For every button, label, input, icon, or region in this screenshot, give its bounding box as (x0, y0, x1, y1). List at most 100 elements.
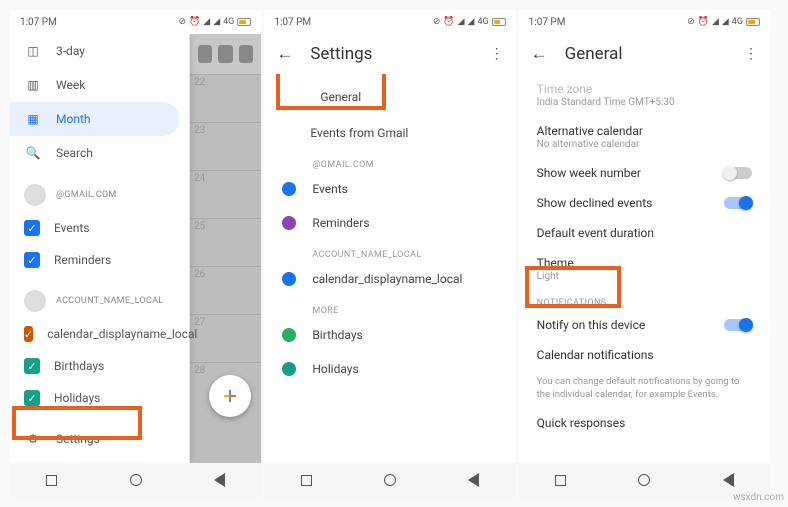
toggle-switch[interactable] (724, 197, 752, 209)
calendar-day: 24 (190, 170, 261, 218)
signal-icon-2: ◢ (213, 17, 220, 27)
nav-recent-icon[interactable] (46, 475, 57, 486)
app-bar: ← Settings ⋮ (264, 34, 515, 74)
alt-cal-value: No alternative calendar (537, 139, 643, 150)
dnd-icon: ⊘ (433, 17, 441, 27)
nav-home-icon[interactable] (130, 474, 142, 486)
settings-cal-holidays[interactable]: Holidays (264, 352, 515, 386)
calendar-toggle-holidays[interactable]: ✓ Holidays (10, 382, 189, 414)
setting-show-declined[interactable]: Show declined events (519, 188, 770, 218)
page-title: Settings (310, 44, 473, 64)
week-icon: ▥ (24, 76, 42, 94)
status-time: 1:07 PM (529, 17, 566, 28)
cal-label: Events (312, 182, 348, 196)
section-header-notifications: NOTIFICATIONS (519, 290, 770, 310)
calendar-toggle-birthdays[interactable]: ✓ Birthdays (10, 350, 189, 382)
account-email: @GMAIL.COM (56, 190, 117, 200)
battery-icon (492, 18, 506, 26)
calendar-toggle-reminders[interactable]: ✓ Reminders (10, 244, 189, 276)
nav-back-icon[interactable] (723, 473, 734, 487)
local-account-row[interactable]: ACCOUNT_NAME_LOCAL (10, 284, 189, 318)
signal-icon: ◢ (203, 17, 210, 27)
calendar-toolbar (190, 34, 261, 74)
drawer-help-feedback[interactable]: ? Help & feedback (10, 456, 189, 463)
drawer-search[interactable]: 🔍 Search (10, 136, 189, 170)
phone1-content: 22 23 24 25 26 27 28 ◫ 3-day ▥ Week ▦ Mo… (10, 34, 261, 463)
status-time: 1:07 PM (274, 17, 311, 28)
nav-home-icon[interactable] (638, 474, 650, 486)
setting-show-week-number[interactable]: Show week number (519, 158, 770, 188)
drawer-label: Month (56, 112, 90, 126)
setting-timezone[interactable]: Time zone India Standard Time GMT+5:30 (519, 74, 770, 116)
checkbox-icon: ✓ (24, 220, 40, 236)
overflow-icon[interactable] (239, 45, 253, 63)
signal-icon-2: ◢ (722, 17, 729, 27)
drawer-settings[interactable]: ⚙ Settings (10, 422, 189, 456)
search-icon[interactable] (198, 45, 212, 63)
overflow-icon[interactable]: ⋮ (744, 46, 758, 62)
drawer-view-week[interactable]: ▥ Week (10, 68, 189, 102)
drawer-view-3day[interactable]: ◫ 3-day (10, 34, 189, 68)
toggle-switch[interactable] (724, 319, 752, 331)
signal-icon: ◢ (712, 17, 719, 27)
settings-cal-birthdays[interactable]: Birthdays (264, 318, 515, 352)
calendar-toggle-local[interactable]: ✓ calendar_displayname_local (10, 318, 189, 350)
setting-calendar-notifications[interactable]: Calendar notifications (519, 340, 770, 370)
alt-cal-label: Alternative calendar (537, 124, 643, 138)
drawer-label: 3-day (56, 44, 85, 58)
color-dot-icon (282, 272, 296, 286)
network-label: 4G (223, 17, 234, 27)
nav-back-icon[interactable] (214, 473, 225, 487)
phone-3-general: 1:07 PM ⊘ ⏰ ◢ ◢ 4G ← General ⋮ Time zone… (519, 10, 770, 497)
alarm-icon: ⏰ (698, 17, 709, 27)
notify-device-label: Notify on this device (537, 318, 646, 332)
setting-theme[interactable]: Theme Light (519, 248, 770, 290)
settings-events-gmail[interactable]: Events from Gmail (264, 116, 515, 150)
show-week-label: Show week number (537, 166, 641, 180)
page-title: General (565, 44, 728, 64)
checkbox-icon: ✓ (24, 326, 33, 342)
drawer-label: Week (56, 78, 85, 92)
today-icon[interactable] (218, 45, 232, 63)
nav-back-icon[interactable] (468, 473, 479, 487)
dnd-icon: ⊘ (179, 17, 187, 27)
avatar-icon (24, 184, 46, 206)
back-icon[interactable]: ← (531, 45, 549, 63)
back-icon[interactable]: ← (276, 45, 294, 63)
status-icons: ⊘ ⏰ ◢ ◢ 4G (179, 17, 252, 27)
setting-notify-device[interactable]: Notify on this device (519, 310, 770, 340)
nav-recent-icon[interactable] (555, 475, 566, 486)
cal-label: Birthdays (312, 328, 362, 342)
search-icon: 🔍 (24, 144, 42, 162)
settings-general[interactable]: General (274, 80, 505, 114)
settings-cal-reminders[interactable]: Reminders (264, 206, 515, 240)
setting-default-duration[interactable]: Default event duration (519, 218, 770, 248)
alarm-icon: ⏰ (443, 17, 454, 27)
calendar-toggle-events[interactable]: ✓ Events (10, 212, 189, 244)
settings-cal-local[interactable]: calendar_displayname_local (264, 262, 515, 296)
battery-icon (746, 18, 760, 26)
setting-alternative-calendar[interactable]: Alternative calendar No alternative cale… (519, 116, 770, 158)
status-icons: ⊘ ⏰ ◢ ◢ 4G (687, 17, 760, 27)
nav-recent-icon[interactable] (301, 475, 312, 486)
calendar-behind: 22 23 24 25 26 27 28 (190, 34, 261, 463)
overflow-icon[interactable]: ⋮ (490, 46, 504, 62)
calendar-day: 26 (190, 266, 261, 314)
general-settings-list: Time zone India Standard Time GMT+5:30 A… (519, 74, 770, 463)
calendar-day: 23 (190, 122, 261, 170)
battery-icon (237, 18, 251, 26)
drawer-view-month[interactable]: ▦ Month (10, 102, 179, 136)
show-declined-label: Show declined events (537, 196, 653, 210)
account-row[interactable]: @GMAIL.COM (10, 178, 189, 212)
setting-quick-responses[interactable]: Quick responses (519, 408, 770, 438)
toggle-switch[interactable] (724, 167, 752, 179)
cal-label: Reminders (312, 216, 369, 230)
settings-cal-events[interactable]: Events (264, 172, 515, 206)
cal-label: Holidays (312, 362, 358, 376)
checkbox-icon: ✓ (24, 252, 40, 268)
calendar-label: Events (54, 221, 90, 235)
gear-icon: ⚙ (24, 430, 42, 448)
nav-home-icon[interactable] (384, 474, 396, 486)
fab-add-event[interactable] (209, 375, 251, 417)
status-time: 1:07 PM (20, 17, 57, 28)
